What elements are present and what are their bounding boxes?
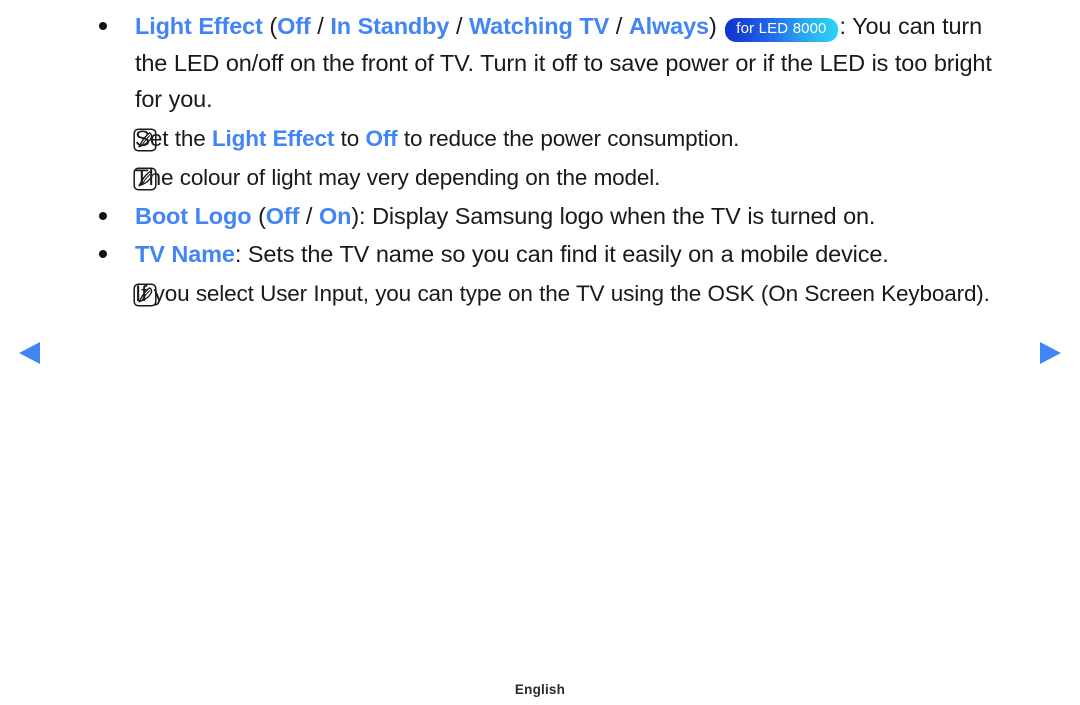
note-item: The colour of light may very depending o… <box>90 159 1020 196</box>
text-run: to reduce the power consumption. <box>397 125 740 151</box>
bullet-item: TV Name: Sets the TV name so you can fin… <box>90 236 1020 273</box>
menu-term: Off <box>277 13 311 39</box>
text-run: ( <box>251 202 266 229</box>
bullet-item: Light Effect (Off / In Standby / Watchin… <box>90 8 1020 118</box>
text-run: ): Display Samsung logo when the TV is t… <box>351 202 876 229</box>
text-run: ) <box>708 13 724 39</box>
text-run: ( <box>262 13 278 39</box>
menu-term: Off <box>265 202 300 229</box>
menu-term: Boot Logo <box>135 202 252 229</box>
menu-term: Light Effect <box>211 125 335 151</box>
note-icon <box>90 120 157 152</box>
bullet-marker <box>90 236 135 258</box>
bullet-dot-icon <box>99 211 107 220</box>
item-text-tv-name: TV Name: Sets the TV name so you can fin… <box>135 236 1020 273</box>
bullet-marker <box>90 8 135 30</box>
text-run: If you select User Input, you can type o… <box>135 280 990 306</box>
bullet-dot-icon <box>99 250 107 258</box>
menu-term: Light Effect <box>135 13 263 39</box>
note-icon <box>90 275 157 307</box>
item-text-note-colour-varies: The colour of light may very depending o… <box>135 159 1020 196</box>
bullet-item: Boot Logo (Off / On): Display Samsung lo… <box>90 198 1020 235</box>
menu-term: TV Name <box>135 241 235 267</box>
text-run: / <box>310 13 331 39</box>
previous-page-button[interactable] <box>16 338 46 368</box>
next-page-button[interactable] <box>1034 338 1064 368</box>
item-text-note-light-effect-off: Set the Light Effect to Off to reduce th… <box>135 120 1020 157</box>
text-run: / <box>449 13 470 39</box>
triangle-left-icon <box>16 338 46 368</box>
page-footer-language: English <box>514 682 566 697</box>
menu-term: On <box>319 202 352 229</box>
text-run: : Sets the TV name so you can find it ea… <box>234 241 889 267</box>
note-item: Set the Light Effect to Off to reduce th… <box>90 120 1020 157</box>
text-run: The colour of light may very depending o… <box>135 164 661 190</box>
text-run: / <box>609 13 629 39</box>
item-text-boot-logo: Boot Logo (Off / On): Display Samsung lo… <box>135 198 1020 235</box>
item-text-light-effect: Light Effect (Off / In Standby / Watchin… <box>135 8 1020 118</box>
bullet-marker <box>90 198 135 220</box>
menu-term: Off <box>365 125 398 151</box>
menu-term: In Standby <box>330 13 450 39</box>
manual-page: Light Effect (Off / In Standby / Watchin… <box>0 0 1080 705</box>
menu-term: Watching TV <box>469 13 610 39</box>
text-run: / <box>299 202 319 229</box>
text-run: Set the <box>135 125 212 151</box>
note-item: If you select User Input, you can type o… <box>90 275 1020 312</box>
item-text-note-user-input-osk: If you select User Input, you can type o… <box>135 275 1020 312</box>
model-badge: for LED 8000 <box>725 18 838 42</box>
triangle-right-icon <box>1034 338 1064 368</box>
text-run: to <box>334 125 366 151</box>
note-icon <box>90 159 157 191</box>
bullet-dot-icon <box>99 22 107 30</box>
menu-term: Always <box>628 13 709 39</box>
content-column: Light Effect (Off / In Standby / Watchin… <box>90 8 1020 314</box>
